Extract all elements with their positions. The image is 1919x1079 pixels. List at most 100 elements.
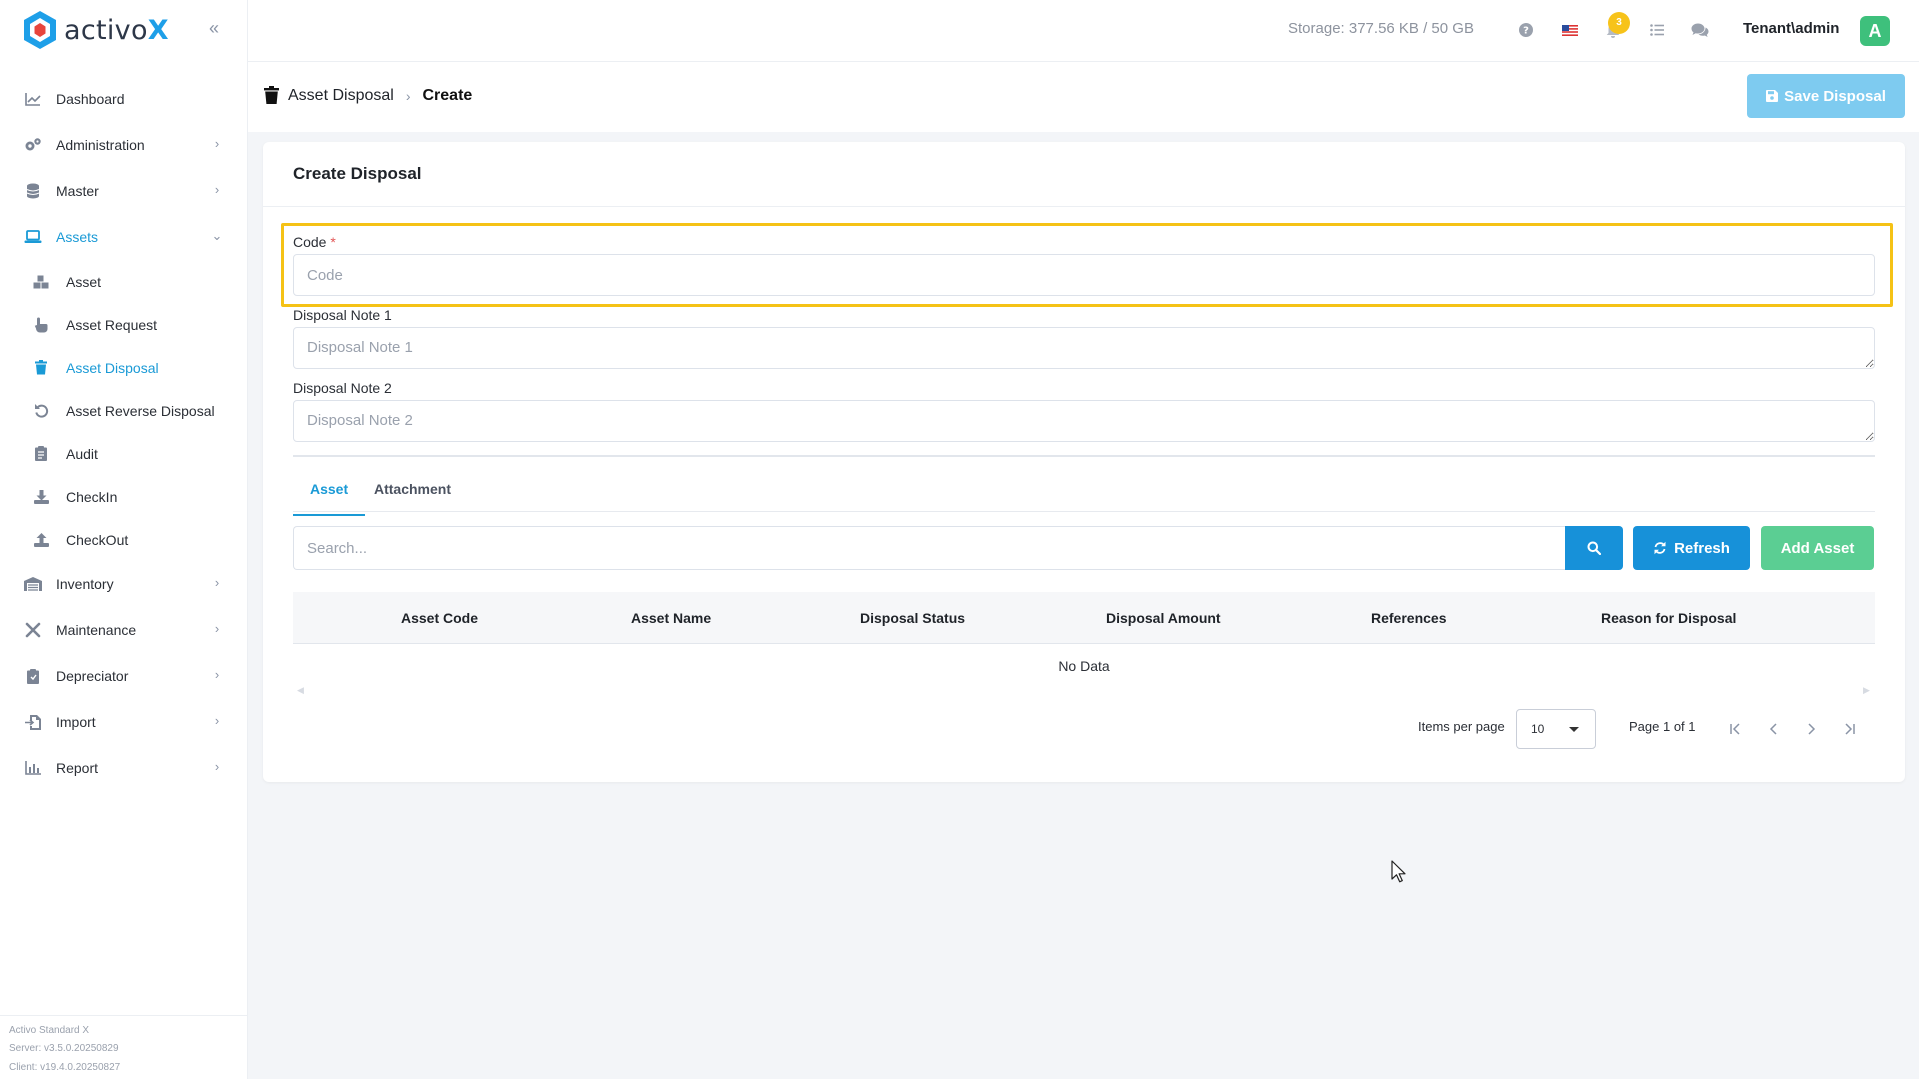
sidebar-item-maintenance[interactable]: Maintenance › (0, 607, 248, 653)
sidebar-subitem-audit[interactable]: Audit (0, 432, 248, 475)
product-name: Activo Standard X (9, 1024, 90, 1036)
sidebar-subitem-label: Asset (66, 273, 102, 290)
add-asset-button[interactable]: Add Asset (1761, 526, 1874, 570)
disposal-note-1-textarea[interactable] (293, 327, 1875, 369)
gears-icon (24, 136, 42, 154)
scroll-left-icon[interactable]: ◀ (297, 685, 304, 696)
previous-page-icon[interactable] (1760, 715, 1788, 743)
sidebar-subitem-label: Asset Reverse Disposal (66, 402, 215, 419)
page-info: Page 1 of 1 (1629, 719, 1696, 734)
sidebar-item-dashboard[interactable]: Dashboard (0, 76, 248, 122)
chat-icon[interactable] (1690, 20, 1710, 40)
file-import-icon (24, 713, 42, 731)
sidebar-subitem-label: Asset Request (66, 316, 158, 333)
chevron-right-icon: › (214, 136, 220, 151)
column-disposal-status[interactable]: Disposal Status (860, 592, 965, 644)
empty-table-message: No Data (1058, 658, 1110, 674)
server-version: Server: v3.5.0.20250829 (9, 1043, 119, 1054)
sidebar-subitem-asset-request[interactable]: Asset Request (0, 303, 248, 346)
disposal-note-2-label: Disposal Note 2 (293, 380, 392, 396)
chevron-right-icon: › (214, 759, 220, 774)
trash-icon (33, 360, 49, 376)
sidebar-item-administration[interactable]: Administration › (0, 122, 248, 168)
code-input[interactable] (293, 254, 1875, 296)
sidebar-subitem-label: CheckOut (66, 531, 129, 548)
sidebar-subitem-checkin[interactable]: CheckIn (0, 475, 248, 518)
sidebar-item-label: Assets (56, 229, 99, 245)
chevron-right-icon: › (214, 667, 220, 682)
task-list-icon[interactable] (1647, 20, 1667, 40)
sidebar-item-label: Maintenance (56, 622, 137, 638)
clipboard-icon (24, 667, 42, 685)
items-per-page-select[interactable]: 10 (1516, 709, 1596, 749)
version-info: Activo Standard X Server: v3.5.0.2025082… (0, 1014, 248, 1079)
laptop-icon (24, 228, 42, 246)
refresh-button[interactable]: Refresh (1633, 526, 1750, 570)
notification-count-badge: 3 (1608, 12, 1630, 34)
avatar[interactable]: A (1860, 16, 1890, 46)
sidebar-item-label: Report (56, 760, 99, 776)
disposal-note-2-textarea[interactable] (293, 400, 1875, 442)
sidebar-subitem-asset[interactable]: Asset (0, 260, 248, 303)
scroll-right-icon[interactable]: ▶ (1863, 685, 1870, 696)
upload-icon (33, 532, 49, 548)
sidebar-item-import[interactable]: Import › (0, 699, 248, 745)
sidebar-item-label: Import (56, 714, 96, 730)
column-disposal-amount[interactable]: Disposal Amount (1106, 592, 1221, 644)
sidebar-item-master[interactable]: Master › (0, 168, 248, 214)
breadcrumb-current: Create (422, 87, 473, 104)
boxes-icon (33, 274, 49, 290)
hexagon-logo-icon (24, 11, 56, 49)
sidebar-subitem-asset-disposal[interactable]: Asset Disposal (0, 346, 248, 389)
sidebar-subitem-checkout[interactable]: CheckOut (0, 518, 248, 561)
help-icon[interactable]: ? (1516, 20, 1536, 40)
chevron-right-icon: › (405, 88, 411, 104)
sidebar-item-assets[interactable]: Assets ⌄ (0, 214, 248, 260)
page-header: Asset Disposal › Create Save Disposal (248, 62, 1919, 132)
sidebar-item-label: Administration (56, 137, 145, 153)
sidebar-subitem-asset-reverse-disposal[interactable]: Asset Reverse Disposal (0, 389, 248, 432)
chevron-down-icon: ⌄ (211, 228, 223, 243)
tools-icon (24, 621, 42, 639)
search-button[interactable] (1565, 526, 1623, 570)
database-icon (24, 182, 42, 200)
chevron-right-icon: › (214, 713, 220, 728)
us-flag-icon[interactable] (1560, 20, 1580, 40)
sidebar-subitem-label: Audit (66, 445, 98, 462)
save-disposal-button[interactable]: Save Disposal (1747, 74, 1905, 118)
next-page-icon[interactable] (1797, 715, 1825, 743)
column-asset-code[interactable]: Asset Code (401, 592, 478, 644)
sidebar-item-label: Master (56, 183, 99, 199)
clipboard-list-icon (33, 446, 49, 462)
topbar: Storage: 377.56 KB / 50 GB ? 3 Tenant\ad… (248, 0, 1919, 62)
sidebar-item-depreciator[interactable]: Depreciator › (0, 653, 248, 699)
items-per-page-value: 10 (1531, 722, 1545, 736)
storage-usage: Storage: 377.56 KB / 50 GB (1288, 20, 1474, 37)
column-asset-name[interactable]: Asset Name (631, 592, 711, 644)
search-input[interactable] (293, 526, 1565, 570)
chart-line-icon (24, 90, 42, 108)
chevron-right-icon: › (214, 182, 220, 197)
breadcrumb-asset-disposal[interactable]: Asset Disposal (288, 87, 394, 105)
last-page-icon[interactable] (1835, 715, 1863, 743)
collapse-sidebar-icon[interactable]: « (204, 18, 224, 38)
logo-text: activoX (64, 14, 169, 46)
download-icon (33, 489, 49, 505)
column-references[interactable]: References (1371, 592, 1447, 644)
breadcrumb: Asset Disposal › Create (264, 86, 472, 106)
first-page-icon[interactable] (1722, 715, 1750, 743)
sidebar-item-label: Dashboard (56, 91, 125, 107)
column-reason-for-disposal[interactable]: Reason for Disposal (1601, 592, 1736, 644)
card-divider (263, 206, 1905, 207)
bar-chart-icon (24, 759, 42, 777)
refresh-label: Refresh (1674, 539, 1730, 557)
create-disposal-card: Create Disposal Code * Disposal Note 1 D… (263, 142, 1905, 782)
trash-icon (264, 86, 282, 106)
sidebar-item-label: Inventory (56, 576, 114, 592)
logo[interactable]: activoX (22, 10, 169, 50)
sidebar-item-report[interactable]: Report › (0, 745, 248, 791)
table-header: Asset Code Asset Name Disposal Status Di… (293, 592, 1875, 644)
user-name[interactable]: Tenant\admin (1743, 20, 1839, 37)
sidebar-item-inventory[interactable]: Inventory › (0, 561, 248, 607)
tabs-bottom-divider (293, 511, 1875, 512)
